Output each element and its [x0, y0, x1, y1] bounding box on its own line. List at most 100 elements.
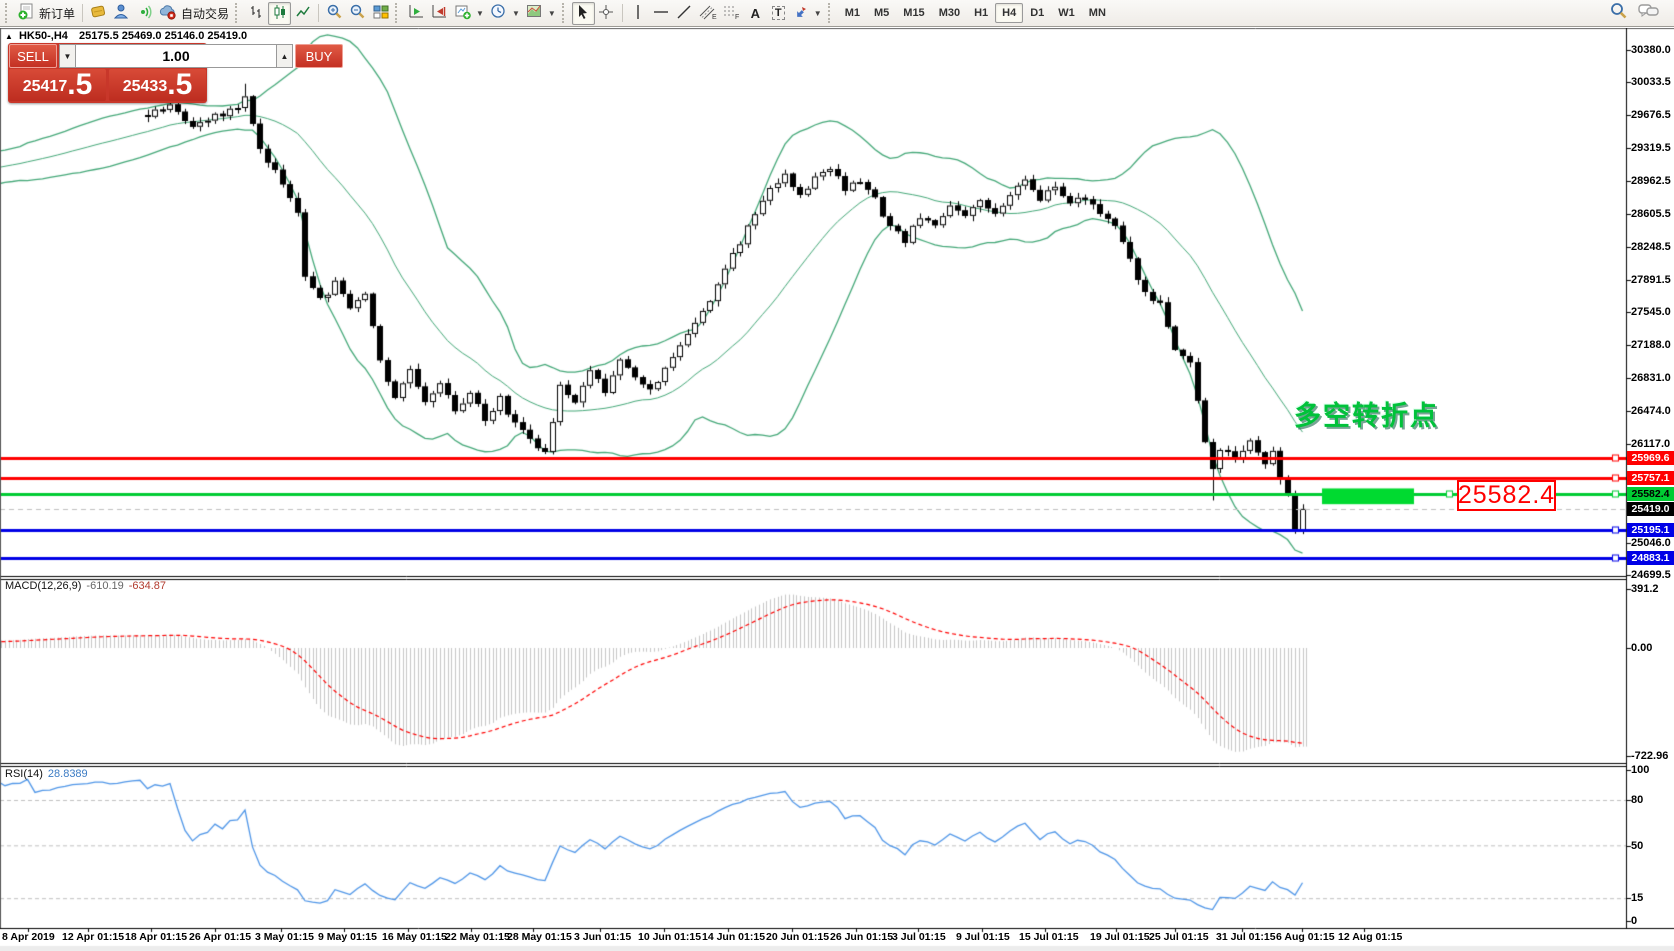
chevron-down-icon: ▼ [814, 9, 822, 18]
chat-icon[interactable] [1638, 2, 1660, 25]
timeframe-m1[interactable]: M1 [838, 3, 867, 23]
time-tick-label: 16 May 01:15 [382, 931, 447, 943]
time-tick-label: 3 Jun 01:15 [574, 931, 631, 943]
price-badge: 25757.1 [1627, 471, 1674, 485]
price-callout-box[interactable]: 25582.4 [1457, 480, 1556, 511]
arrow-objects-icon [793, 4, 809, 23]
timeframe-m15[interactable]: M15 [896, 3, 931, 23]
text-tool-icon: A [751, 6, 760, 21]
svg-text:F: F [735, 14, 739, 20]
cursor-arrow-icon [575, 4, 591, 23]
rsi-indicator-label: RSI(14)28.8389 [5, 768, 88, 780]
magnifier-minus-icon [349, 3, 366, 23]
price-tick-label: 29676.5 [1631, 109, 1671, 121]
line-chart-mode-button[interactable] [291, 2, 314, 25]
buy-button[interactable]: BUY [295, 44, 343, 68]
chevron-down-icon: ▼ [476, 9, 484, 18]
volume-input[interactable] [76, 44, 276, 68]
zoom-in-button[interactable] [323, 2, 346, 25]
price-tick-label: 26117.0 [1631, 438, 1670, 450]
price-tick-label: 30033.5 [1631, 76, 1671, 88]
new-chart-button[interactable]: ▼ [451, 2, 487, 25]
signal-waves-icon [136, 3, 153, 23]
new-order-button[interactable]: 新订单 [15, 2, 78, 25]
timeframe-mn[interactable]: MN [1082, 3, 1113, 23]
candlestick-mode-button[interactable] [268, 2, 291, 25]
macd-indicator-label: MACD(12,26,9)-610.19-634.87 [5, 580, 166, 592]
zoom-out-button[interactable] [346, 2, 369, 25]
trendline-icon [676, 4, 692, 23]
channel-tool-button[interactable]: E [696, 2, 720, 25]
pivot-annotation-text[interactable]: 多空转折点 [1294, 394, 1439, 433]
sell-price[interactable]: 25417.5 [9, 69, 106, 101]
timeframe-m30[interactable]: M30 [932, 3, 967, 23]
timeframe-d1[interactable]: D1 [1023, 3, 1051, 23]
text-label-tool-button[interactable]: T [767, 2, 790, 25]
price-tick-label: 27545.0 [1631, 306, 1671, 318]
timeframe-m5[interactable]: M5 [867, 3, 896, 23]
time-tick-label: 19 Jul 01:15 [1090, 931, 1150, 943]
template-button[interactable]: ▼ [523, 2, 559, 25]
new-chart-icon [454, 3, 471, 23]
time-tick-label: 28 May 01:15 [507, 931, 572, 943]
horizontal-line-tool-button[interactable] [650, 2, 673, 25]
clock-icon [490, 3, 507, 23]
macd-tick-label: 391.2 [1631, 583, 1659, 595]
timeframe-w1[interactable]: W1 [1051, 3, 1082, 23]
signals-button[interactable] [133, 2, 156, 25]
fibonacci-icon: F [723, 4, 741, 23]
time-tick-label: 3 May 01:15 [255, 931, 314, 943]
arrows-tool-button[interactable]: ▼ [790, 2, 825, 25]
time-tick-label: 8 Apr 2019 [2, 931, 55, 943]
price-badge: 25195.1 [1627, 523, 1674, 537]
trendline-tool-button[interactable] [673, 2, 696, 25]
auto-trading-button[interactable]: 自动交易 [156, 2, 232, 25]
auto-trading-label: 自动交易 [181, 5, 229, 22]
symbol-info: ▲ HK50-,H4 25175.5 25469.0 25146.0 25419… [5, 30, 247, 42]
macd-tick-label: 0.00 [1631, 642, 1652, 654]
text-tool-button[interactable]: A [744, 2, 767, 25]
vertical-line-icon [631, 4, 645, 23]
time-tick-label: 31 Jul 01:15 [1216, 931, 1276, 943]
auto-trading-cloud-icon [159, 3, 177, 23]
period-button[interactable]: ▼ [487, 2, 523, 25]
volume-decrease-button[interactable]: ▼ [59, 44, 76, 68]
tile-windows-button[interactable] [369, 2, 392, 25]
chart-shift-button[interactable] [428, 2, 451, 25]
price-tick-label: 27188.0 [1631, 339, 1671, 351]
rsi-tick-label: 15 [1631, 892, 1643, 904]
history-center-button[interactable] [87, 2, 110, 25]
collapse-triangle-icon: ▲ [5, 32, 13, 41]
buy-price[interactable]: 25433.5 [109, 69, 206, 101]
auto-scroll-button[interactable] [405, 2, 428, 25]
fibonacci-tool-button[interactable]: F [720, 2, 744, 25]
sell-button[interactable]: SELL [9, 44, 57, 68]
bar-chart-mode-button[interactable] [245, 2, 268, 25]
cursor-tool-button[interactable] [572, 2, 595, 25]
chevron-down-icon: ▼ [512, 9, 520, 18]
timeframe-h1[interactable]: H1 [967, 3, 995, 23]
horizontal-line-icon [653, 5, 669, 22]
community-button[interactable] [110, 2, 133, 25]
time-tick-label: 18 Apr 01:15 [125, 931, 187, 943]
time-tick-label: 3 Jul 01:15 [892, 931, 946, 943]
volume-increase-button[interactable]: ▲ [276, 44, 293, 68]
timeframe-h4[interactable]: H4 [995, 3, 1023, 23]
price-tick-label: 30380.0 [1631, 44, 1671, 56]
vertical-line-tool-button[interactable] [627, 2, 650, 25]
price-tick-label: 28248.5 [1631, 241, 1671, 253]
magnifier-plus-icon [326, 3, 343, 23]
price-badge: 25582.4 [1627, 487, 1674, 501]
chart-window: ▲ HK50-,H4 25175.5 25469.0 25146.0 25419… [0, 28, 1674, 951]
time-tick-label: 6 Aug 01:15 [1276, 931, 1335, 943]
search-icon[interactable] [1609, 1, 1628, 25]
time-tick-label: 14 Jun 01:15 [702, 931, 765, 943]
svg-text:E: E [712, 14, 717, 20]
price-tick-label: 29319.5 [1631, 142, 1671, 154]
price-tick-label: 25046.0 [1631, 537, 1671, 549]
time-tick-label: 12 Aug 01:15 [1338, 931, 1402, 943]
trading-platform-window: 新订单 自动交易 [0, 0, 1674, 951]
crosshair-tool-button[interactable] [595, 2, 618, 25]
chart-canvas[interactable] [0, 28, 1674, 951]
rsi-tick-label: 100 [1631, 764, 1649, 776]
